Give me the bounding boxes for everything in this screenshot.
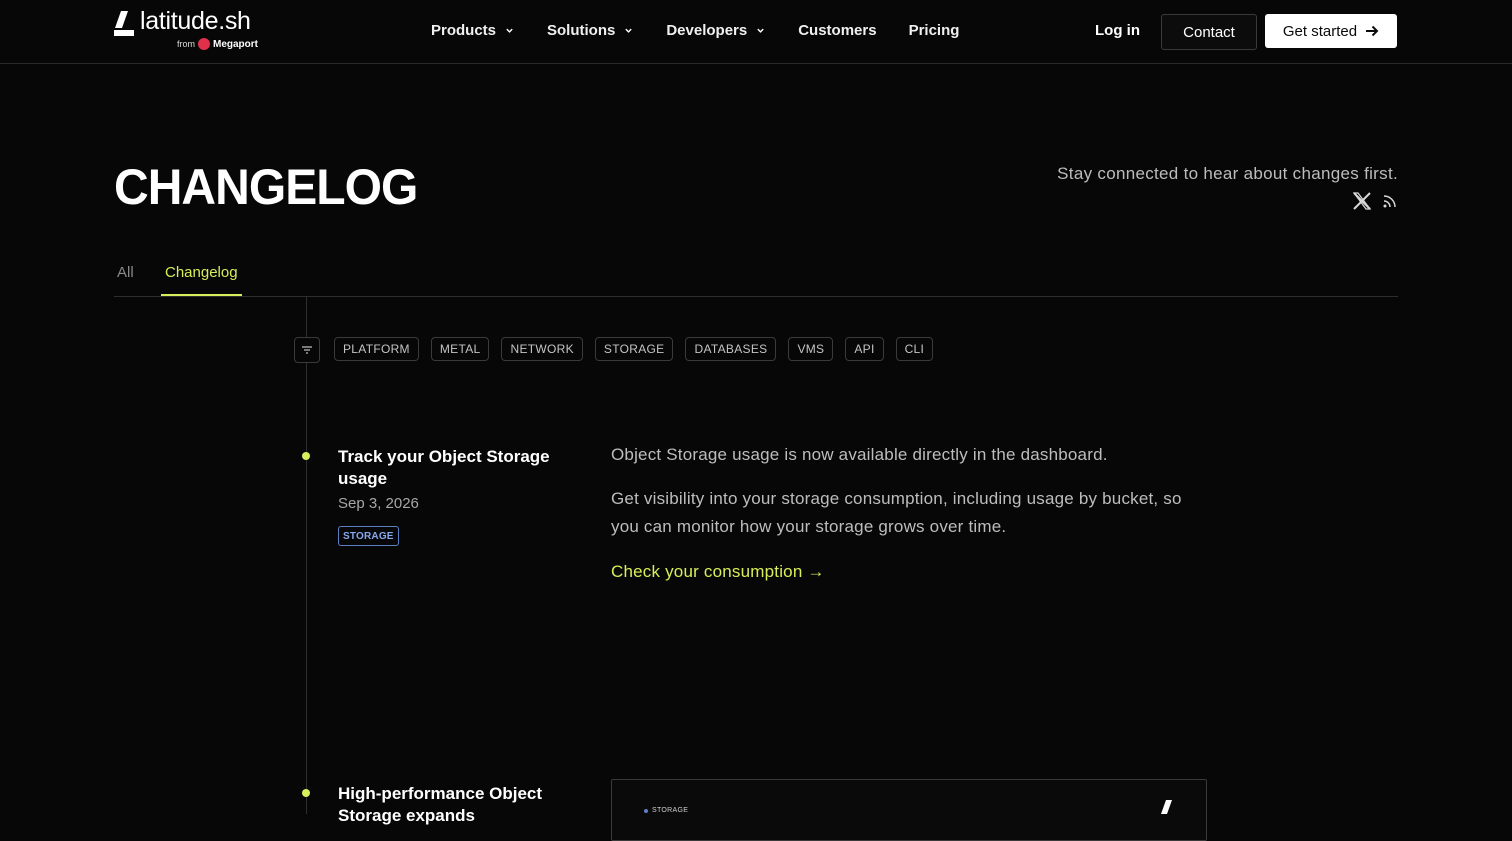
- timeline-dot: [302, 452, 310, 460]
- filter-chip-metal[interactable]: METAL: [430, 337, 490, 361]
- entry-preview-image: STORAGE: [611, 779, 1207, 841]
- brand-from-label: from: [177, 39, 195, 49]
- brand-name: latitude.sh: [140, 7, 251, 35]
- get-started-button[interactable]: Get started: [1265, 14, 1397, 48]
- latitude-logo-icon: [1161, 800, 1172, 814]
- rss-icon[interactable]: [1382, 193, 1398, 209]
- megaport-icon: [198, 38, 210, 50]
- nav-pricing-label: Pricing: [908, 22, 960, 39]
- filter-chip-platform[interactable]: PLATFORM: [334, 337, 419, 361]
- entry-tag-storage[interactable]: STORAGE: [338, 526, 399, 546]
- filter-chip-vms[interactable]: VMS: [788, 337, 834, 361]
- preview-label: STORAGE: [644, 807, 688, 814]
- filter-chips: PLATFORM METAL NETWORK STORAGE DATABASES…: [334, 337, 934, 361]
- active-tab-indicator: [161, 294, 242, 296]
- social-links: [1352, 191, 1398, 211]
- top-navbar: latitude.sh from Megaport Products Solut…: [0, 0, 1512, 64]
- chevron-down-icon: [757, 28, 764, 33]
- entry-title[interactable]: High-performance Object Storage expands: [338, 783, 568, 827]
- arrow-right-icon: [1366, 25, 1379, 37]
- nav-customers-label: Customers: [798, 22, 877, 39]
- brand-logo[interactable]: latitude.sh from Megaport: [114, 7, 264, 54]
- entry-title[interactable]: Track your Object Storage usage: [338, 446, 568, 490]
- nav-customers[interactable]: Customers: [798, 22, 876, 39]
- get-started-label: Get started: [1282, 22, 1358, 40]
- contact-button[interactable]: Contact: [1161, 14, 1257, 50]
- nav-solutions[interactable]: Solutions: [547, 22, 633, 39]
- latitude-logo-icon: [114, 11, 134, 36]
- filter-chip-storage[interactable]: STORAGE: [594, 337, 674, 361]
- main-nav: Products Solutions Developers Customers …: [431, 22, 991, 39]
- page-title: CHANGELOG: [114, 159, 418, 215]
- entry-date: Sep 3, 2026: [338, 495, 419, 512]
- login-link[interactable]: Log in: [1095, 22, 1140, 39]
- nav-developers-label: Developers: [666, 22, 748, 39]
- filter-chip-network[interactable]: NETWORK: [501, 337, 583, 361]
- changelog-tabs: All Changelog: [114, 264, 1398, 297]
- partner-name: Megaport: [213, 38, 258, 50]
- timeline-line: [306, 297, 307, 814]
- nav-developers[interactable]: Developers: [666, 22, 765, 39]
- filter-icon: [302, 346, 312, 354]
- nav-solutions-label: Solutions: [547, 22, 616, 39]
- chevron-down-icon: [506, 28, 513, 33]
- filter-button[interactable]: [294, 337, 320, 363]
- filter-chip-api[interactable]: API: [845, 337, 884, 361]
- entry-paragraph: Get visibility into your storage consump…: [611, 489, 1182, 536]
- stay-connected-text: Stay connected to hear about changes fir…: [1057, 164, 1398, 183]
- tab-changelog[interactable]: Changelog: [165, 264, 238, 281]
- entry-paragraph: Object Storage usage is now available di…: [611, 445, 1108, 464]
- nav-products-label: Products: [431, 22, 497, 39]
- check-consumption-link[interactable]: Check your consumption →: [611, 562, 825, 582]
- tab-all[interactable]: All: [117, 264, 134, 281]
- chevron-down-icon: [625, 28, 633, 33]
- x-icon[interactable]: [1352, 191, 1372, 211]
- nav-products[interactable]: Products: [431, 22, 514, 39]
- filter-chip-cli[interactable]: CLI: [895, 337, 934, 361]
- preview-dot: [644, 808, 648, 813]
- filter-chip-databases[interactable]: DATABASES: [685, 337, 777, 361]
- contact-button-label: Contact: [1183, 23, 1235, 41]
- nav-pricing[interactable]: Pricing: [909, 22, 960, 39]
- timeline-dot: [302, 789, 310, 797]
- brand-partner: from Megaport: [177, 38, 258, 50]
- preview-label-text: STORAGE: [652, 807, 689, 814]
